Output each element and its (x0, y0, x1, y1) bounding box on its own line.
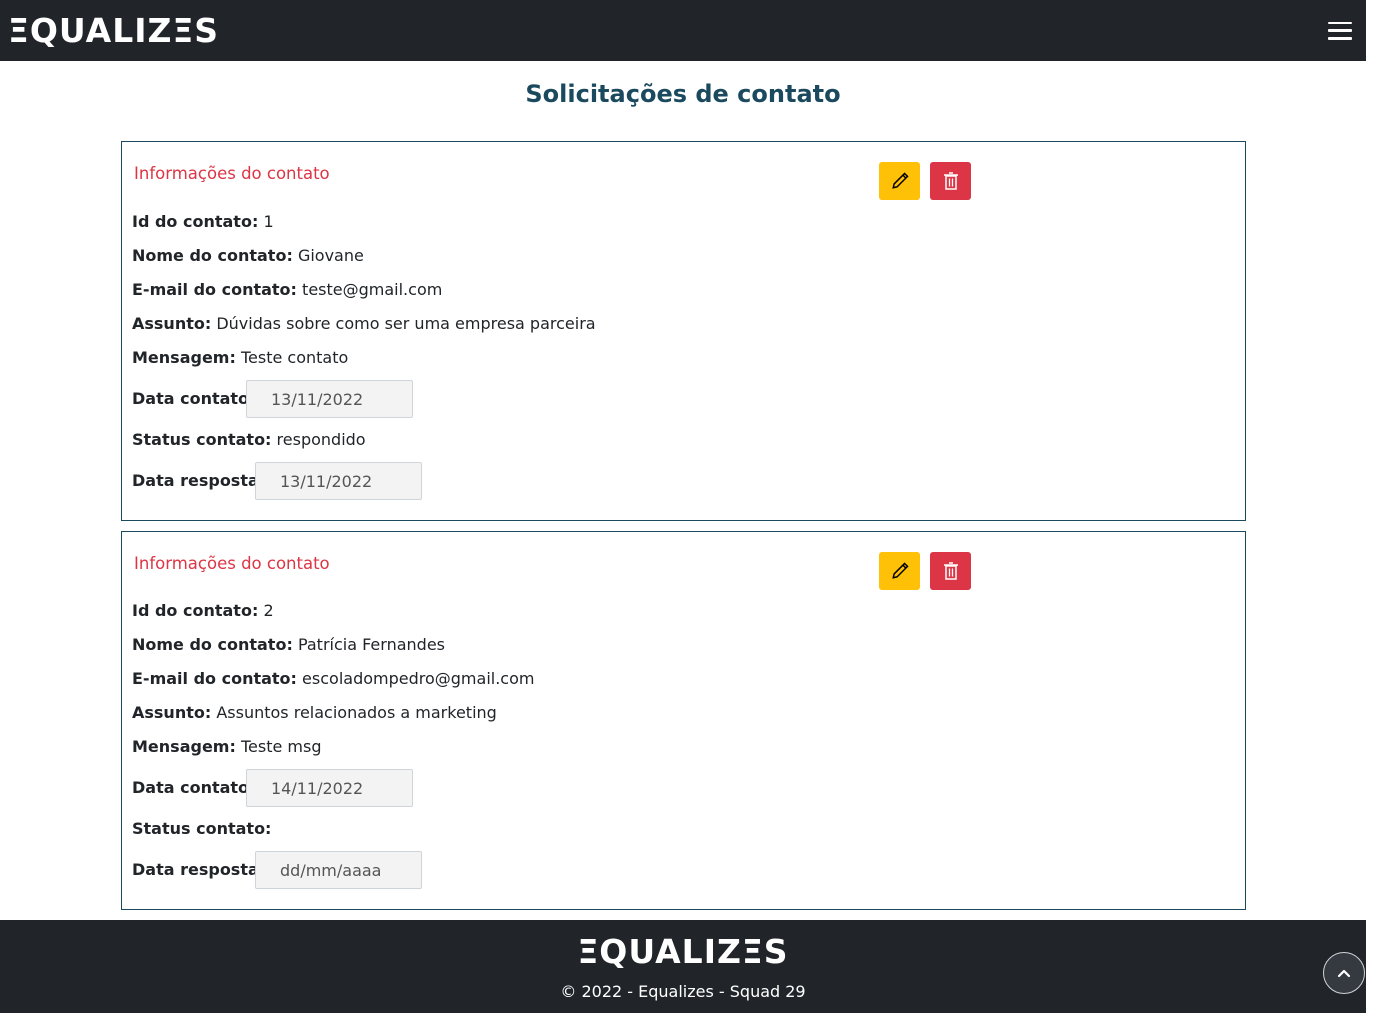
top-navbar: ΞQUALIZΞS (0, 0, 1366, 61)
response-date-input[interactable]: dd/mm/aaaa (255, 851, 422, 889)
trash-icon (943, 172, 958, 190)
scroll-to-top-button[interactable] (1323, 952, 1365, 994)
contact-message: Mensagem: Teste msg (132, 737, 322, 756)
edit-button[interactable] (879, 552, 920, 590)
contact-subject: Assunto: Assuntos relacionados a marketi… (132, 703, 497, 722)
contact-message: Mensagem: Teste contato (132, 348, 349, 367)
card-title: Informações do contato (134, 554, 330, 573)
chevron-up-icon (1337, 969, 1351, 978)
contact-id: Id do contato: 1 (132, 212, 274, 231)
response-date-label: Data resposta: (132, 860, 266, 879)
contact-date-label: Data contato: (132, 778, 256, 797)
footer: ΞQUALIZΞS © 2022 - Equalizes - Squad 29 (0, 920, 1366, 1013)
delete-button[interactable] (930, 162, 971, 200)
contact-date-input[interactable]: 13/11/2022 (246, 380, 413, 418)
footer-logo: ΞQUALIZΞS (577, 932, 789, 971)
edit-button[interactable] (879, 162, 920, 200)
contact-status: Status contato: respondido (132, 430, 366, 449)
card-title: Informações do contato (134, 164, 330, 183)
contact-card: Informações do contato Id do contato: 2 … (121, 531, 1246, 910)
pencil-icon (891, 562, 909, 579)
copyright-text: © 2022 - Equalizes - Squad 29 (560, 982, 806, 1001)
contact-date-label: Data contato: (132, 389, 256, 408)
contact-date-input[interactable]: 14/11/2022 (246, 769, 413, 807)
contact-name: Nome do contato: Giovane (132, 246, 364, 265)
delete-button[interactable] (930, 552, 971, 590)
contact-id: Id do contato: 2 (132, 601, 274, 620)
contact-email: E-mail do contato: teste@gmail.com (132, 280, 443, 299)
contact-card: Informações do contato Id do contato: 1 … (121, 141, 1246, 521)
response-date-input[interactable]: 13/11/2022 (255, 462, 422, 500)
contact-subject: Assunto: Dúvidas sobre como ser uma empr… (132, 314, 596, 333)
response-date-label: Data resposta: (132, 471, 266, 490)
pencil-icon (891, 172, 909, 189)
page-title: Solicitações de contato (525, 80, 841, 108)
contact-name: Nome do contato: Patrícia Fernandes (132, 635, 445, 654)
contact-status: Status contato: (132, 819, 272, 838)
hamburger-icon[interactable] (1328, 21, 1352, 40)
contact-email: E-mail do contato: escoladompedro@gmail.… (132, 669, 535, 688)
trash-icon (943, 562, 958, 580)
brand-logo[interactable]: ΞQUALIZΞS (8, 14, 219, 47)
